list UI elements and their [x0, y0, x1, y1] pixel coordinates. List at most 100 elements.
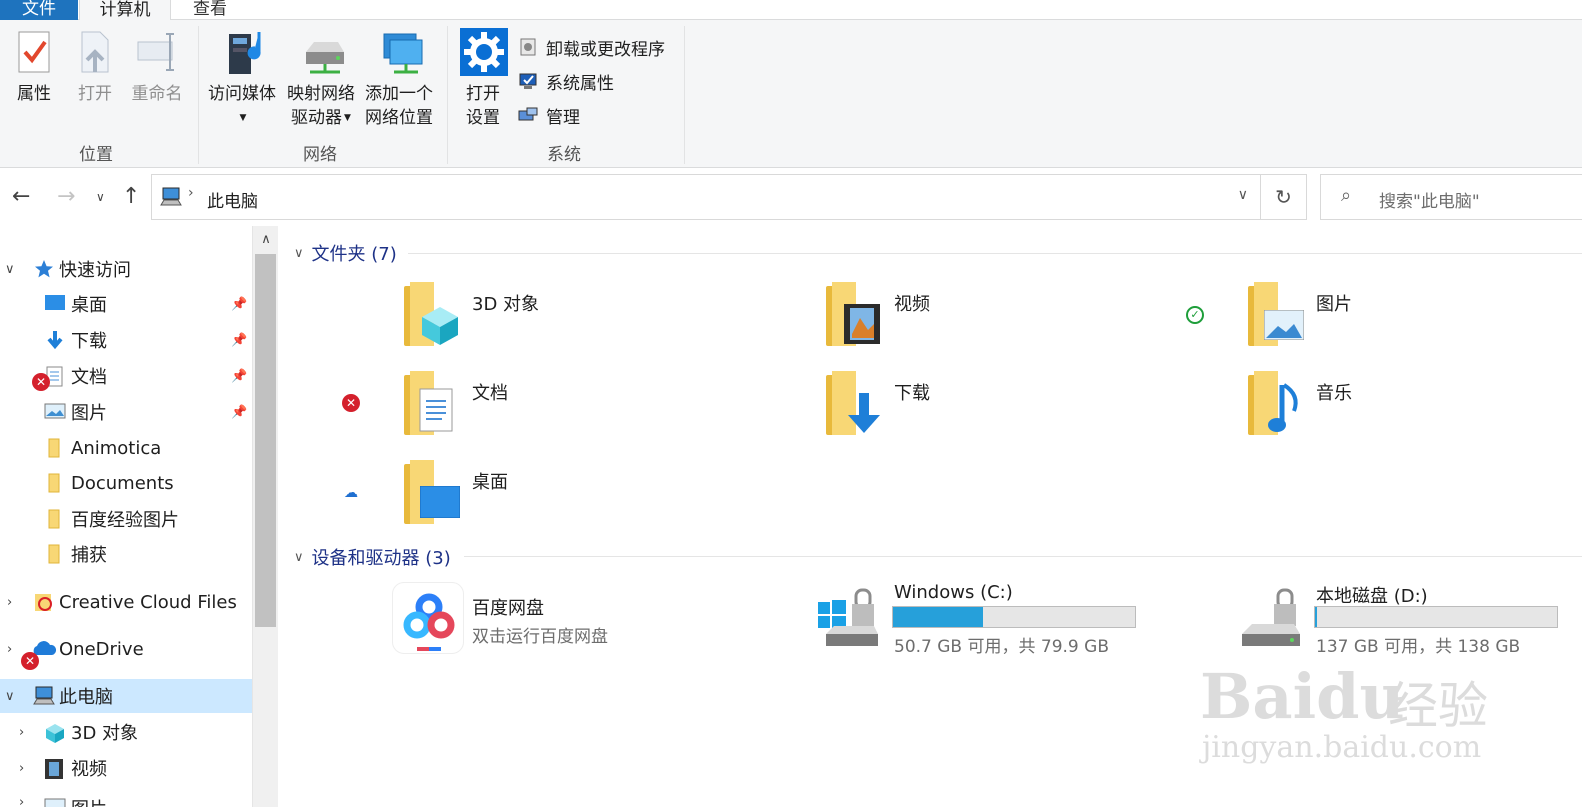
chevron-right-icon[interactable]: › [19, 761, 24, 776]
rename-label: 重命名 [131, 84, 183, 104]
tree-item-onedrive[interactable]: › ✕ OneDrive [0, 632, 252, 670]
pin-icon[interactable]: 📌 [231, 297, 247, 312]
folder-icon [1248, 371, 1304, 435]
manage-label: 管理 [546, 107, 580, 128]
folder-tile-downloads[interactable]: 下载 [826, 371, 1126, 451]
search-input[interactable]: ⌕ 搜索"此电脑" [1320, 174, 1582, 220]
chevron-down-icon[interactable]: ∨ [294, 550, 304, 565]
open-icon [72, 28, 118, 76]
group-label-network: 网络 [303, 145, 337, 165]
up-arrow-icon[interactable]: ↑ [122, 184, 140, 209]
chevron-right-icon[interactable]: › [7, 642, 12, 657]
tree-item-creative-cloud[interactable]: › Creative Cloud Files [0, 585, 252, 619]
back-arrow-icon[interactable]: ← [12, 184, 30, 209]
tree-item-videos[interactable]: › 视频 [0, 751, 252, 785]
drive-tile-c[interactable]: Windows (C:) 50.7 GB 可用，共 79.9 GB [816, 582, 1146, 657]
folders-section-header[interactable]: ∨ 文件夹 (7) [294, 240, 397, 266]
manage-button[interactable]: 管理 [518, 102, 580, 128]
group-divider [447, 26, 448, 164]
pin-icon[interactable]: 📌 [231, 369, 247, 384]
add-location-label-1: 添加一个 [365, 84, 433, 104]
address-bar[interactable]: › 此电脑 ∨ [151, 174, 1261, 220]
tree-item-quick-access[interactable]: ∨ 快速访问 [0, 252, 252, 286]
device-tile-baidu-netdisk[interactable]: 百度网盘 双击运行百度网盘 [392, 582, 732, 656]
navpane-scrollbar[interactable]: ∧ [252, 226, 278, 807]
folder-tile-pictures[interactable]: 图片 [1248, 282, 1548, 362]
group-divider [198, 26, 199, 164]
tab-view[interactable]: 查看 [172, 0, 248, 20]
tree-item-documents-folder[interactable]: Documents [0, 466, 252, 500]
open-settings-button[interactable]: 打开 设置 [458, 28, 508, 130]
folder-tile-documents[interactable]: 文档 [404, 371, 704, 451]
cube-3d-icon [44, 722, 66, 743]
drive-name: 本地磁盘 (D:) [1316, 586, 1428, 607]
address-history-chevron-icon[interactable]: ∨ [1238, 187, 1248, 203]
access-media-label: 访问媒体 [208, 84, 276, 104]
tab-file[interactable]: 文件 [0, 0, 78, 20]
pin-icon[interactable]: 📌 [231, 333, 247, 348]
folder-name: 桌面 [472, 472, 508, 493]
folder-icon [404, 282, 460, 346]
search-placeholder: 搜索"此电脑" [1379, 192, 1480, 212]
folder-icon [1248, 282, 1304, 346]
tree-label-baidu-images: 百度经验图片 [71, 510, 179, 531]
folder-name: 下载 [894, 383, 930, 404]
tree-item-pictures[interactable]: 图片 📌 [0, 395, 252, 429]
folder-tile-videos[interactable]: 视频 [826, 282, 1126, 362]
tree-item-documents[interactable]: ✕ 文档 📌 [0, 359, 252, 393]
chevron-down-icon[interactable]: ∨ [5, 262, 15, 277]
local-disk-icon [1238, 582, 1308, 652]
folder-icon [826, 282, 882, 346]
recent-locations-chevron-icon[interactable]: ∨ [96, 190, 105, 204]
tree-item-animotica[interactable]: Animotica [0, 431, 252, 465]
folder-icon [404, 371, 460, 435]
group-label-system: 系统 [547, 145, 581, 165]
sync-error-icon: ✕ [32, 373, 50, 391]
tree-item-this-pc[interactable]: ∨ 此电脑 [0, 679, 252, 713]
chevron-down-icon[interactable]: ∨ [5, 689, 15, 704]
folder-icon [47, 438, 69, 458]
tree-item-downloads[interactable]: 下载 📌 [0, 323, 252, 357]
folder-tile-3d-objects[interactable]: 3D 对象 [404, 282, 704, 362]
scroll-up-icon[interactable]: ∧ [253, 232, 279, 247]
tab-computer[interactable]: 计算机 [79, 0, 171, 21]
tree-item-capture[interactable]: 捕获 [0, 537, 252, 571]
folder-icon [47, 544, 69, 564]
folder-tile-desktop[interactable]: 桌面 [404, 460, 704, 540]
tree-item-pictures-pc[interactable]: › 图片 [0, 787, 252, 807]
uninstall-icon [518, 37, 538, 57]
desktop-icon [44, 294, 66, 314]
tree-item-desktop[interactable]: 桌面 📌 [0, 287, 252, 321]
breadcrumb-this-pc[interactable]: 此电脑 [207, 187, 258, 212]
folder-icon [826, 371, 882, 435]
map-network-drive-button[interactable]: 映射网络 驱动器 ▼ [283, 28, 359, 130]
tree-label-creative-cloud: Creative Cloud Files [59, 591, 237, 613]
synced-check-icon: ✓ [1186, 306, 1204, 324]
forward-arrow-icon[interactable]: → [57, 184, 75, 209]
chevron-right-icon[interactable]: › [19, 725, 24, 740]
refresh-icon[interactable]: ↻ [1261, 174, 1307, 220]
drive-free-space: 137 GB 可用，共 138 GB [1316, 637, 1521, 657]
devices-section-header[interactable]: ∨ 设备和驱动器 (3) [294, 544, 451, 570]
access-media-button[interactable]: 访问媒体 ▼ [205, 28, 279, 130]
chevron-right-icon[interactable]: › [7, 595, 12, 610]
system-properties-button[interactable]: 系统属性 [518, 68, 614, 94]
scrollbar-thumb[interactable] [255, 254, 276, 627]
folder-tile-music[interactable]: 音乐 [1248, 371, 1548, 451]
drive-tile-d[interactable]: 本地磁盘 (D:) 137 GB 可用，共 138 GB [1238, 582, 1568, 657]
ribbon: 属性 打开 重命名 位置 访问媒体 ▼ 映射网络 驱动器 ▼ 添加一个 网络位置 网络 [0, 20, 1582, 168]
open-button[interactable]: 打开 [72, 28, 118, 106]
pin-icon[interactable]: 📌 [231, 405, 247, 420]
rename-button[interactable]: 重命名 [128, 28, 186, 106]
add-network-location-button[interactable]: 添加一个 网络位置 [361, 28, 437, 130]
chevron-down-icon[interactable]: ∨ [294, 246, 304, 261]
baidu-netdisk-icon [392, 582, 464, 654]
uninstall-program-button[interactable]: 卸载或更改程序 [518, 34, 665, 60]
properties-button[interactable]: 属性 [10, 28, 58, 106]
media-server-icon [219, 28, 265, 76]
tree-item-baidu-images[interactable]: 百度经验图片 [0, 502, 252, 536]
folder-name: 图片 [1316, 294, 1352, 315]
tree-item-3d-objects[interactable]: › 3D 对象 [0, 715, 252, 749]
chevron-right-icon[interactable]: › [19, 795, 24, 807]
group-divider [684, 26, 685, 164]
